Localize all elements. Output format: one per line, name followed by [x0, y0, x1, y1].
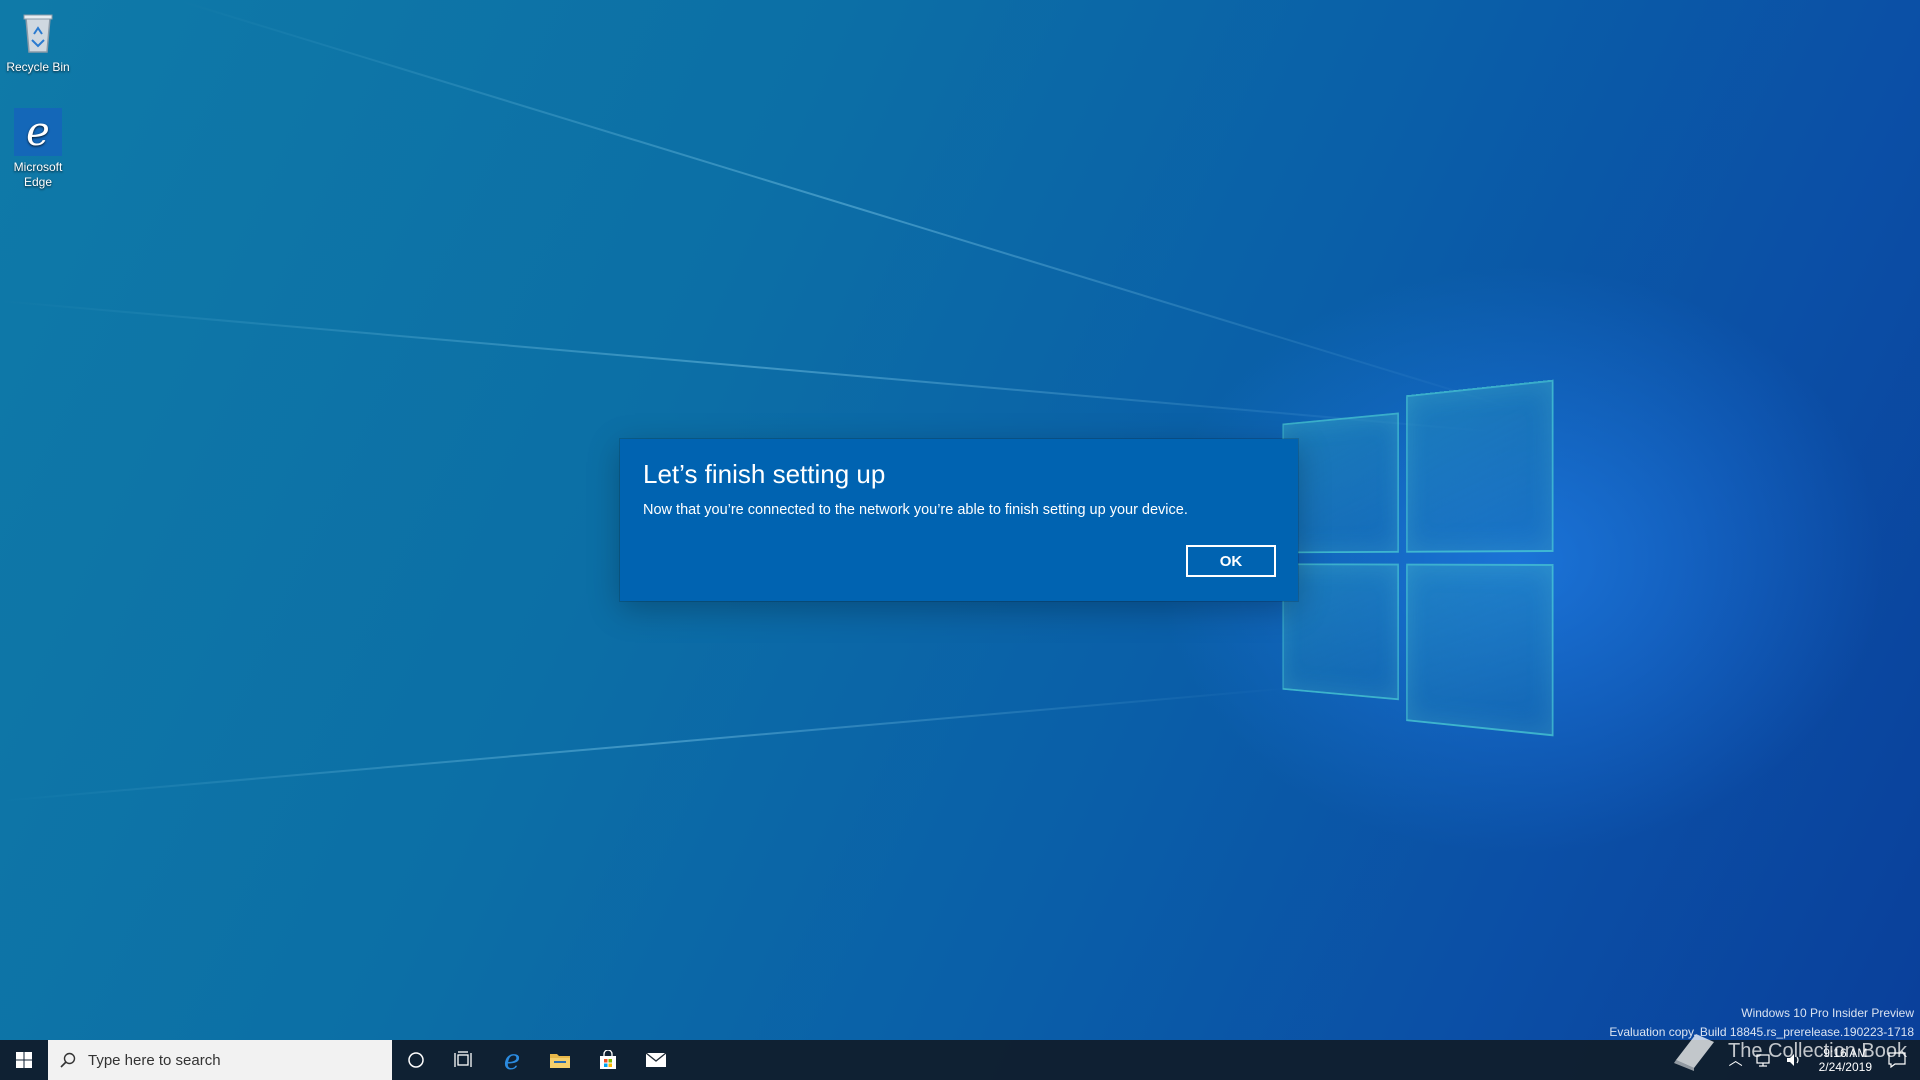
logo-pane — [1406, 379, 1554, 553]
dialog-message: Now that you’re connected to the network… — [643, 502, 1188, 518]
desktop-icon-label: Microsoft Edge — [13, 160, 63, 189]
mail-icon — [645, 1052, 667, 1067]
build-watermark-line1: Windows 10 Pro Insider Preview — [1741, 1006, 1914, 1020]
collection-book-text: The Collection Book — [1728, 1039, 1907, 1062]
ok-button[interactable]: OK — [1186, 545, 1276, 577]
taskbar: Type here to search e ︿ 9:16 AM 2/24/201… — [0, 1040, 1920, 1080]
edge-icon: e — [14, 108, 62, 156]
taskbar-file-explorer-button[interactable] — [536, 1040, 584, 1080]
task-view-icon — [454, 1051, 472, 1067]
search-placeholder: Type here to search — [88, 1051, 221, 1069]
logo-pane — [1282, 563, 1399, 701]
task-view-button[interactable] — [440, 1040, 488, 1080]
logo-pane — [1406, 563, 1554, 737]
edge-icon: e — [503, 1043, 521, 1076]
light-beam — [179, 0, 1520, 412]
cortana-button[interactable] — [392, 1040, 440, 1080]
start-button[interactable] — [0, 1040, 48, 1080]
light-beam — [0, 300, 1495, 433]
recycle-bin-icon — [14, 8, 62, 56]
windows-start-icon — [16, 1052, 32, 1068]
desktop-icon-recycle-bin[interactable]: Recycle Bin — [0, 8, 76, 75]
taskbar-store-button[interactable] — [584, 1040, 632, 1080]
search-box[interactable]: Type here to search — [48, 1040, 392, 1080]
collection-book-logo: The Collection Book — [1670, 1030, 1907, 1072]
cortana-circle-icon — [408, 1052, 424, 1068]
windows-logo-wallpaper — [1282, 379, 1554, 740]
folder-icon — [550, 1054, 570, 1068]
desktop-icon-label: Recycle Bin — [6, 60, 70, 74]
taskbar-edge-button[interactable]: e — [488, 1040, 536, 1080]
search-icon — [60, 1052, 76, 1068]
light-beam — [0, 686, 1296, 802]
book-icon — [1674, 1034, 1714, 1071]
desktop: Recycle Bin e Microsoft Edge Let’s finis… — [0, 0, 1920, 1080]
store-bag-icon — [600, 1050, 616, 1069]
setup-dialog: Let’s finish setting up Now that you’re … — [620, 439, 1298, 601]
taskbar-mail-button[interactable] — [632, 1040, 680, 1080]
logo-pane — [1282, 412, 1399, 554]
desktop-icon-microsoft-edge[interactable]: e Microsoft Edge — [0, 108, 76, 190]
dialog-title: Let’s finish setting up — [643, 459, 886, 489]
